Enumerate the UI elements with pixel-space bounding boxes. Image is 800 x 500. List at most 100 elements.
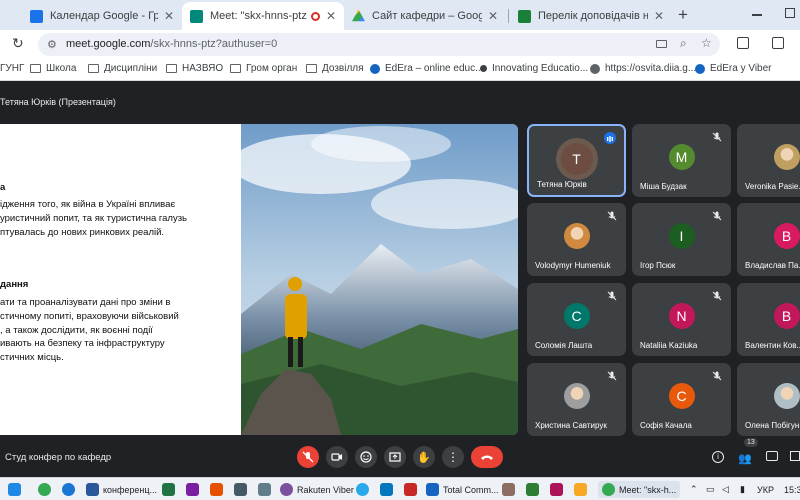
taskbar-camera[interactable] bbox=[258, 481, 275, 498]
tray-battery-icon[interactable]: ▮ bbox=[740, 481, 745, 498]
edera-icon bbox=[370, 63, 380, 74]
participant-name: Валентин Ков... bbox=[745, 341, 800, 350]
zoom-icon[interactable]: ⌕ bbox=[680, 36, 687, 51]
taskbar-total-commander[interactable]: Total Comm... bbox=[426, 481, 499, 498]
leave-call-button[interactable] bbox=[471, 446, 503, 468]
taskbar-app[interactable] bbox=[210, 481, 227, 498]
taskbar-chrome[interactable] bbox=[38, 481, 55, 498]
people-button[interactable]: 👥 13 bbox=[738, 438, 758, 467]
slide-line: уристичний попит, та як туристична галуз… bbox=[0, 212, 188, 224]
camera-button[interactable] bbox=[326, 446, 348, 468]
participant-tile[interactable]: M Міша Будзак bbox=[632, 124, 731, 197]
new-tab-button[interactable]: + bbox=[678, 5, 688, 25]
window-minimize-button[interactable] bbox=[752, 14, 762, 16]
camera-icon[interactable] bbox=[656, 40, 667, 48]
participant-tile[interactable]: C Софія Качала bbox=[632, 363, 731, 436]
presenter-label: Тетяна Юрків (Презентація) bbox=[0, 97, 116, 107]
chat-icon[interactable] bbox=[766, 451, 778, 461]
slide-line: ати та проаналізувати дані про зміни в bbox=[0, 297, 171, 308]
participant-tile[interactable]: Олена Побігун bbox=[737, 363, 800, 436]
tab-strip: Календар Google - Графік по... ✕ Meet: "… bbox=[0, 0, 800, 30]
activities-icon[interactable] bbox=[790, 451, 800, 461]
participant-tile[interactable]: B Валентин Ков... bbox=[737, 283, 800, 356]
taskbar-app[interactable] bbox=[526, 481, 543, 498]
taskbar: конференц... Rakuten Viber Total Comm...… bbox=[0, 477, 800, 500]
tab-sheet[interactable]: Перелік доповідачів на студ к... ✕ bbox=[510, 2, 672, 30]
more-options-button[interactable]: ⋮ bbox=[442, 446, 464, 468]
taskbar-viber[interactable]: Rakuten Viber bbox=[280, 481, 354, 498]
bookmark-item[interactable]: EdEra у Viber bbox=[695, 63, 772, 74]
bookmark-item[interactable]: Innovating Educatio... bbox=[480, 63, 588, 74]
mic-button[interactable] bbox=[297, 446, 319, 468]
participant-initial: T bbox=[572, 151, 581, 167]
participant-avatar: B bbox=[773, 223, 800, 249]
tab-meet[interactable]: Meet: "skx-hnns-ptz" ✕ bbox=[182, 2, 344, 30]
taskbar-edge[interactable] bbox=[62, 481, 79, 498]
taskbar-word[interactable]: конференц... bbox=[86, 481, 157, 498]
extensions-icon[interactable] bbox=[737, 37, 749, 49]
meet-area: Тетяна Юрків (Презентація) а ідження тог… bbox=[0, 81, 800, 477]
close-tab-icon[interactable]: ✕ bbox=[654, 9, 664, 23]
tray-volume-icon[interactable]: ◁ bbox=[722, 481, 729, 498]
tab-drive[interactable]: Сайт кафедри – Google Диск ✕ bbox=[344, 2, 506, 30]
site-settings-icon[interactable]: ⚙ bbox=[47, 38, 57, 51]
participant-tile[interactable]: C Соломія Лашта bbox=[527, 283, 626, 356]
tab-title: Календар Google - Графік по... bbox=[50, 10, 158, 22]
taskbar-app[interactable] bbox=[186, 481, 203, 498]
taskbar-app[interactable] bbox=[550, 481, 567, 498]
participant-tile[interactable]: T Тетяна Юрків bbox=[527, 124, 626, 197]
chrome-icon bbox=[602, 483, 615, 496]
edera-icon bbox=[695, 63, 705, 74]
participant-name: Ігор Псюк bbox=[640, 261, 676, 270]
start-button[interactable] bbox=[8, 481, 25, 498]
bullet-icon bbox=[480, 65, 487, 72]
bookmark-folder[interactable]: Дисципліни bbox=[88, 63, 157, 74]
tray-network-icon[interactable]: ▭ bbox=[706, 481, 715, 498]
bookmark-item[interactable]: EdEra – online educ... bbox=[370, 63, 483, 74]
close-tab-icon[interactable]: ✕ bbox=[488, 9, 498, 23]
taskbar-meet-chrome[interactable]: Meet: "skx-h... bbox=[598, 481, 681, 498]
tray-arrow-icon[interactable]: ⌃ bbox=[690, 481, 698, 498]
participant-avatar bbox=[563, 223, 590, 249]
participant-tile[interactable]: N Nataliia Kaziuka bbox=[632, 283, 731, 356]
close-tab-icon[interactable]: ✕ bbox=[164, 9, 174, 23]
meeting-info-icon[interactable]: i bbox=[712, 451, 724, 463]
bookmark-item[interactable]: ГУНГ bbox=[0, 63, 24, 74]
taskbar-app[interactable] bbox=[380, 481, 397, 498]
participant-name: Міша Будзак bbox=[640, 182, 687, 191]
taskbar-app[interactable] bbox=[502, 481, 519, 498]
bookmark-folder[interactable]: Гром орган bbox=[230, 63, 297, 74]
close-tab-icon[interactable]: ✕ bbox=[326, 9, 336, 23]
tab-calendar[interactable]: Календар Google - Графік по... ✕ bbox=[22, 2, 182, 30]
bookmark-star-icon[interactable]: ☆ bbox=[701, 36, 712, 50]
bookmark-folder[interactable]: Школа bbox=[30, 63, 76, 74]
app-icon bbox=[574, 483, 587, 496]
participant-tile[interactable]: Христина Савтирук bbox=[527, 363, 626, 436]
participant-tile[interactable]: Volodymyr Humeniuk bbox=[527, 203, 626, 276]
bookmark-folder[interactable]: НАЗВЯО bbox=[166, 63, 223, 74]
window-maximize-button[interactable] bbox=[785, 8, 795, 18]
taskbar-excel[interactable] bbox=[162, 481, 179, 498]
taskbar-app[interactable] bbox=[574, 481, 591, 498]
url-field[interactable]: ⚙ meet.google.com/skx-hnns-ptz?authuser=… bbox=[38, 33, 720, 56]
participant-name: Олена Побігун bbox=[745, 421, 800, 430]
participant-avatar bbox=[773, 383, 800, 409]
presentation-stage[interactable]: а ідження того, як війна в Україні вплив… bbox=[0, 124, 518, 435]
participant-tile[interactable]: I Ігор Псюк bbox=[632, 203, 731, 276]
slide-line: стичних місць. bbox=[0, 352, 64, 364]
reload-icon[interactable]: ↻ bbox=[12, 35, 24, 52]
bookmark-folder[interactable]: Дозвілля bbox=[306, 63, 364, 74]
taskbar-app[interactable] bbox=[234, 481, 251, 498]
sidebar-icon[interactable] bbox=[772, 37, 784, 49]
participant-initial: B bbox=[781, 308, 792, 324]
raise-hand-button[interactable]: ✋ bbox=[413, 446, 435, 468]
present-button[interactable] bbox=[384, 446, 406, 468]
language-indicator[interactable]: УКР bbox=[757, 481, 774, 498]
participant-tile[interactable]: Veronika Pasie... bbox=[737, 124, 800, 197]
clock[interactable]: 15:3 bbox=[784, 481, 800, 498]
participant-tile[interactable]: B Владислав Па... bbox=[737, 203, 800, 276]
bookmark-item[interactable]: https://osvita.diia.g... bbox=[590, 63, 696, 74]
taskbar-telegram[interactable] bbox=[356, 481, 373, 498]
reactions-button[interactable] bbox=[355, 446, 377, 468]
taskbar-app[interactable] bbox=[404, 481, 421, 498]
